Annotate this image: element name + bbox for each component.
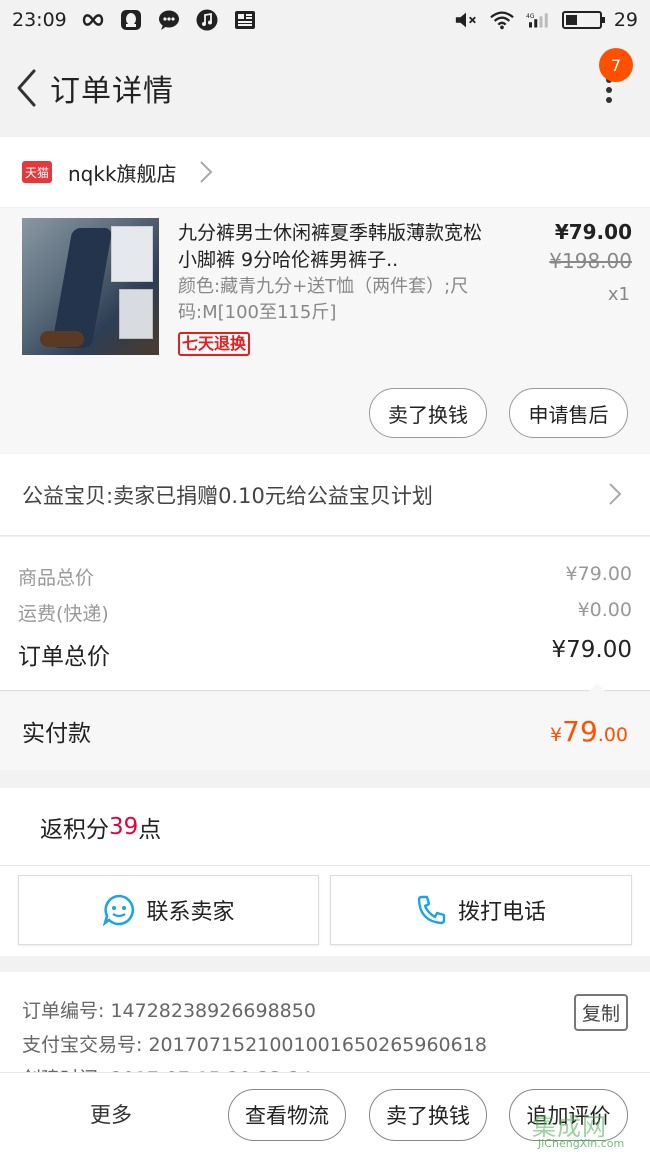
- phone-icon: [417, 895, 446, 925]
- shipping-label: 运费(快递): [18, 603, 109, 625]
- paid-amount: ¥79.00: [550, 715, 628, 748]
- paid-label: 实付款: [22, 721, 91, 747]
- watermark-sub: JiChengXin.com: [538, 1137, 625, 1150]
- order-total-row: 订单总价 ¥79.00: [18, 637, 632, 671]
- call-phone-label: 拨打电话: [457, 900, 546, 925]
- page-title: 订单详情: [50, 74, 174, 109]
- copy-button[interactable]: 复制: [573, 994, 628, 1031]
- sell-for-cash-bottom-button[interactable]: 卖了换钱: [369, 1089, 487, 1141]
- sell-for-cash-button[interactable]: 卖了换钱: [369, 388, 487, 438]
- back-button[interactable]: [6, 58, 46, 118]
- order-info: 订单编号: 1472823892669885​0 支付宝交易号: 2017071…: [0, 972, 650, 1082]
- product-sku: 颜色:藏青九分+送T恤（两件套）;尺码:M[100至115斤]: [178, 276, 469, 323]
- contact-seller-button[interactable]: 联系卖家: [18, 875, 319, 945]
- product-quantity: x1: [607, 284, 630, 305]
- qq-icon: [119, 8, 143, 32]
- music-icon: [195, 8, 219, 32]
- product-original-price: ¥198.00: [549, 249, 632, 273]
- order-total-label: 订单总价: [18, 644, 110, 670]
- order-total-value: ¥79.00: [551, 637, 632, 663]
- charity-row[interactable]: 公益宝贝:卖家已捐赠0.10元给公益宝贝计划: [0, 454, 650, 536]
- shop-name: nqkk旗舰店: [68, 161, 177, 186]
- price-summary: 商品总价 ¥79.00 运费(快递) ¥0.00 订单总价 ¥79.00: [0, 537, 650, 692]
- paid-decimal: .00: [597, 723, 628, 746]
- product-price: ¥79.00: [554, 220, 632, 244]
- infinity-icon: [81, 8, 105, 32]
- notification-badge: 7: [599, 48, 633, 82]
- tmall-logo: 天猫: [22, 161, 52, 183]
- nav-bar: 订单详情 7: [0, 40, 650, 136]
- wifi-icon: [490, 8, 514, 32]
- chat-bubble-icon: [157, 8, 181, 32]
- shipping-row: 运费(快递) ¥0.00: [18, 599, 632, 626]
- more-link[interactable]: 更多: [90, 1099, 132, 1129]
- alipay-trade-number: 支付宝交易号: 2017071521001001650265960618: [22, 1034, 487, 1056]
- signal-icon: 4G: [526, 8, 550, 32]
- paid-integer: 79: [562, 714, 598, 748]
- bottom-action-bar: 更多 查看物流 卖了换钱 追加评价 集成网 JiChengXin.com: [0, 1072, 650, 1155]
- news-icon: [233, 8, 257, 32]
- product-title: 九分裤男士休闲裤夏季韩版薄款宽松小脚裤 9分哈伦裤男裤子..: [178, 222, 483, 271]
- points-suffix: 点: [138, 816, 162, 843]
- chevron-left-icon: [17, 69, 36, 107]
- goods-total-value: ¥79.00: [565, 563, 632, 585]
- chevron-right-icon: [199, 161, 212, 183]
- points-prefix: 返积分: [40, 816, 109, 843]
- mute-icon: [454, 8, 478, 32]
- reward-points-row: 返积分 39 点: [0, 788, 650, 866]
- apply-aftersale-button[interactable]: 申请售后: [509, 388, 628, 438]
- product-card[interactable]: 九分裤男士休闲裤夏季韩版薄款宽松小脚裤 9分哈伦裤男裤子.. 颜色:藏青九分+送…: [0, 208, 650, 453]
- paid-currency: ¥: [550, 723, 563, 746]
- site-watermark: 集成网 JiChengXin.com: [528, 1107, 646, 1153]
- contact-section: 联系卖家 拨打电话: [0, 866, 650, 956]
- goods-total-row: 商品总价 ¥79.00: [18, 563, 632, 590]
- order-number: 订单编号: 1472823892669885​0: [22, 1000, 316, 1022]
- battery-level: 29: [613, 9, 638, 31]
- status-time: 23:09: [12, 9, 67, 31]
- product-image[interactable]: [22, 218, 159, 355]
- seven-day-return-tag: 七天退换: [178, 332, 251, 356]
- goods-total-label: 商品总价: [18, 567, 95, 589]
- chat-smile-icon: [103, 894, 135, 927]
- contact-seller-label: 联系卖家: [146, 900, 235, 925]
- shipping-value: ¥0.00: [577, 599, 632, 621]
- call-phone-button[interactable]: 拨打电话: [330, 875, 632, 945]
- charity-text: 公益宝贝:卖家已捐赠0.10元给公益宝贝计划: [22, 483, 433, 508]
- battery-icon: [561, 11, 605, 29]
- network-type-label: 4G: [526, 13, 535, 20]
- shop-row[interactable]: 天猫 nqkk旗舰店: [0, 137, 650, 207]
- status-bar: 23:09 4G 29: [0, 0, 650, 40]
- chevron-right-icon: [609, 483, 622, 505]
- paid-amount-row: 实付款 ¥79.00: [0, 692, 650, 770]
- view-logistics-button[interactable]: 查看物流: [228, 1089, 346, 1141]
- points-value: 39: [109, 813, 139, 840]
